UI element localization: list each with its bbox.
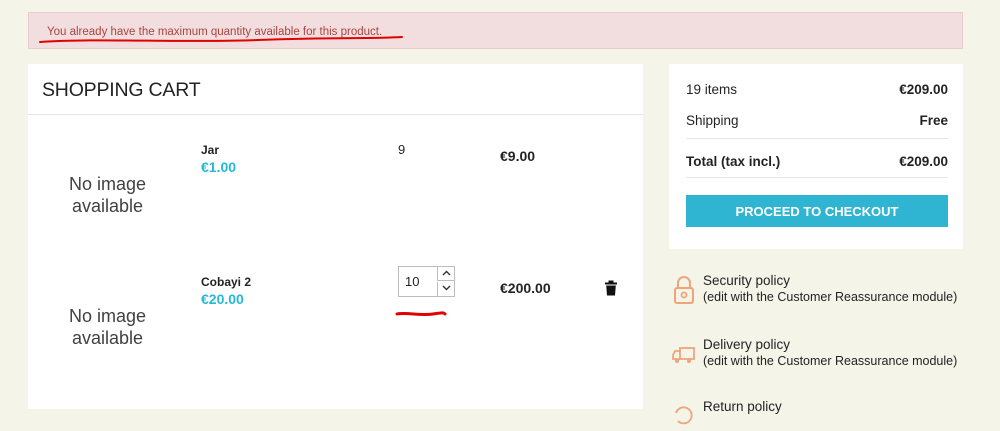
reassurance-title: Return policy <box>703 399 782 414</box>
divider <box>686 138 948 139</box>
quantity-stepper <box>398 266 455 297</box>
line-total: €200.00 <box>500 280 551 296</box>
divider <box>686 177 948 178</box>
divider <box>28 114 643 115</box>
no-image-text: No image <box>68 174 147 194</box>
shipping-label: Shipping <box>686 113 739 128</box>
quantity-value: 9 <box>398 142 406 157</box>
items-subtotal: €209.00 <box>899 82 948 97</box>
chevron-up-icon <box>442 270 451 276</box>
proceed-to-checkout-button[interactable]: PROCEED TO CHECKOUT <box>686 195 948 227</box>
shipping-value: Free <box>919 113 948 128</box>
items-count: 19 items <box>686 82 738 97</box>
total-value: €209.00 <box>899 154 948 169</box>
product-unit-price: €20.00 <box>201 291 244 307</box>
reassurance-description: (edit with the Customer Reassurance modu… <box>703 354 958 368</box>
reassurance-title: Delivery policy <box>703 337 791 352</box>
chevron-down-icon <box>442 285 451 291</box>
shopping-cart-panel: SHOPPING CART No image available Jar €1.… <box>28 64 643 409</box>
no-image-text: available <box>71 196 144 216</box>
cart-item-row: No image available Cobayi 2 €20.00 €200.… <box>28 266 643 391</box>
cart-item-row: No image available Jar €1.00 9 €9.00 <box>28 139 643 259</box>
product-image-placeholder[interactable]: No image available <box>50 173 165 217</box>
line-total: €9.00 <box>500 148 536 164</box>
delete-item-icon[interactable] <box>604 280 618 296</box>
increase-quantity-button[interactable] <box>437 267 455 281</box>
no-image-text: available <box>71 328 144 348</box>
reassurance-description: (edit with the Customer Reassurance modu… <box>703 290 958 304</box>
product-image-placeholder[interactable]: No image available <box>50 305 165 349</box>
decrease-quantity-button[interactable] <box>437 282 455 296</box>
product-name-link[interactable]: Cobayi 2 <box>201 275 251 289</box>
cart-title: SHOPPING CART <box>42 79 201 101</box>
return-icon <box>675 406 693 425</box>
total-label: Total (tax incl.) <box>686 154 781 169</box>
quantity-input[interactable] <box>399 267 435 296</box>
annotation-underline <box>395 311 447 317</box>
product-unit-price: €1.00 <box>201 159 237 175</box>
no-image-text: No image <box>68 306 147 326</box>
cart-summary-panel: 19 items €209.00 Shipping Free Total (ta… <box>669 64 963 249</box>
annotation-underline <box>39 36 403 43</box>
reassurance-title: Security policy <box>703 273 791 288</box>
product-name-link[interactable]: Jar <box>201 143 219 157</box>
